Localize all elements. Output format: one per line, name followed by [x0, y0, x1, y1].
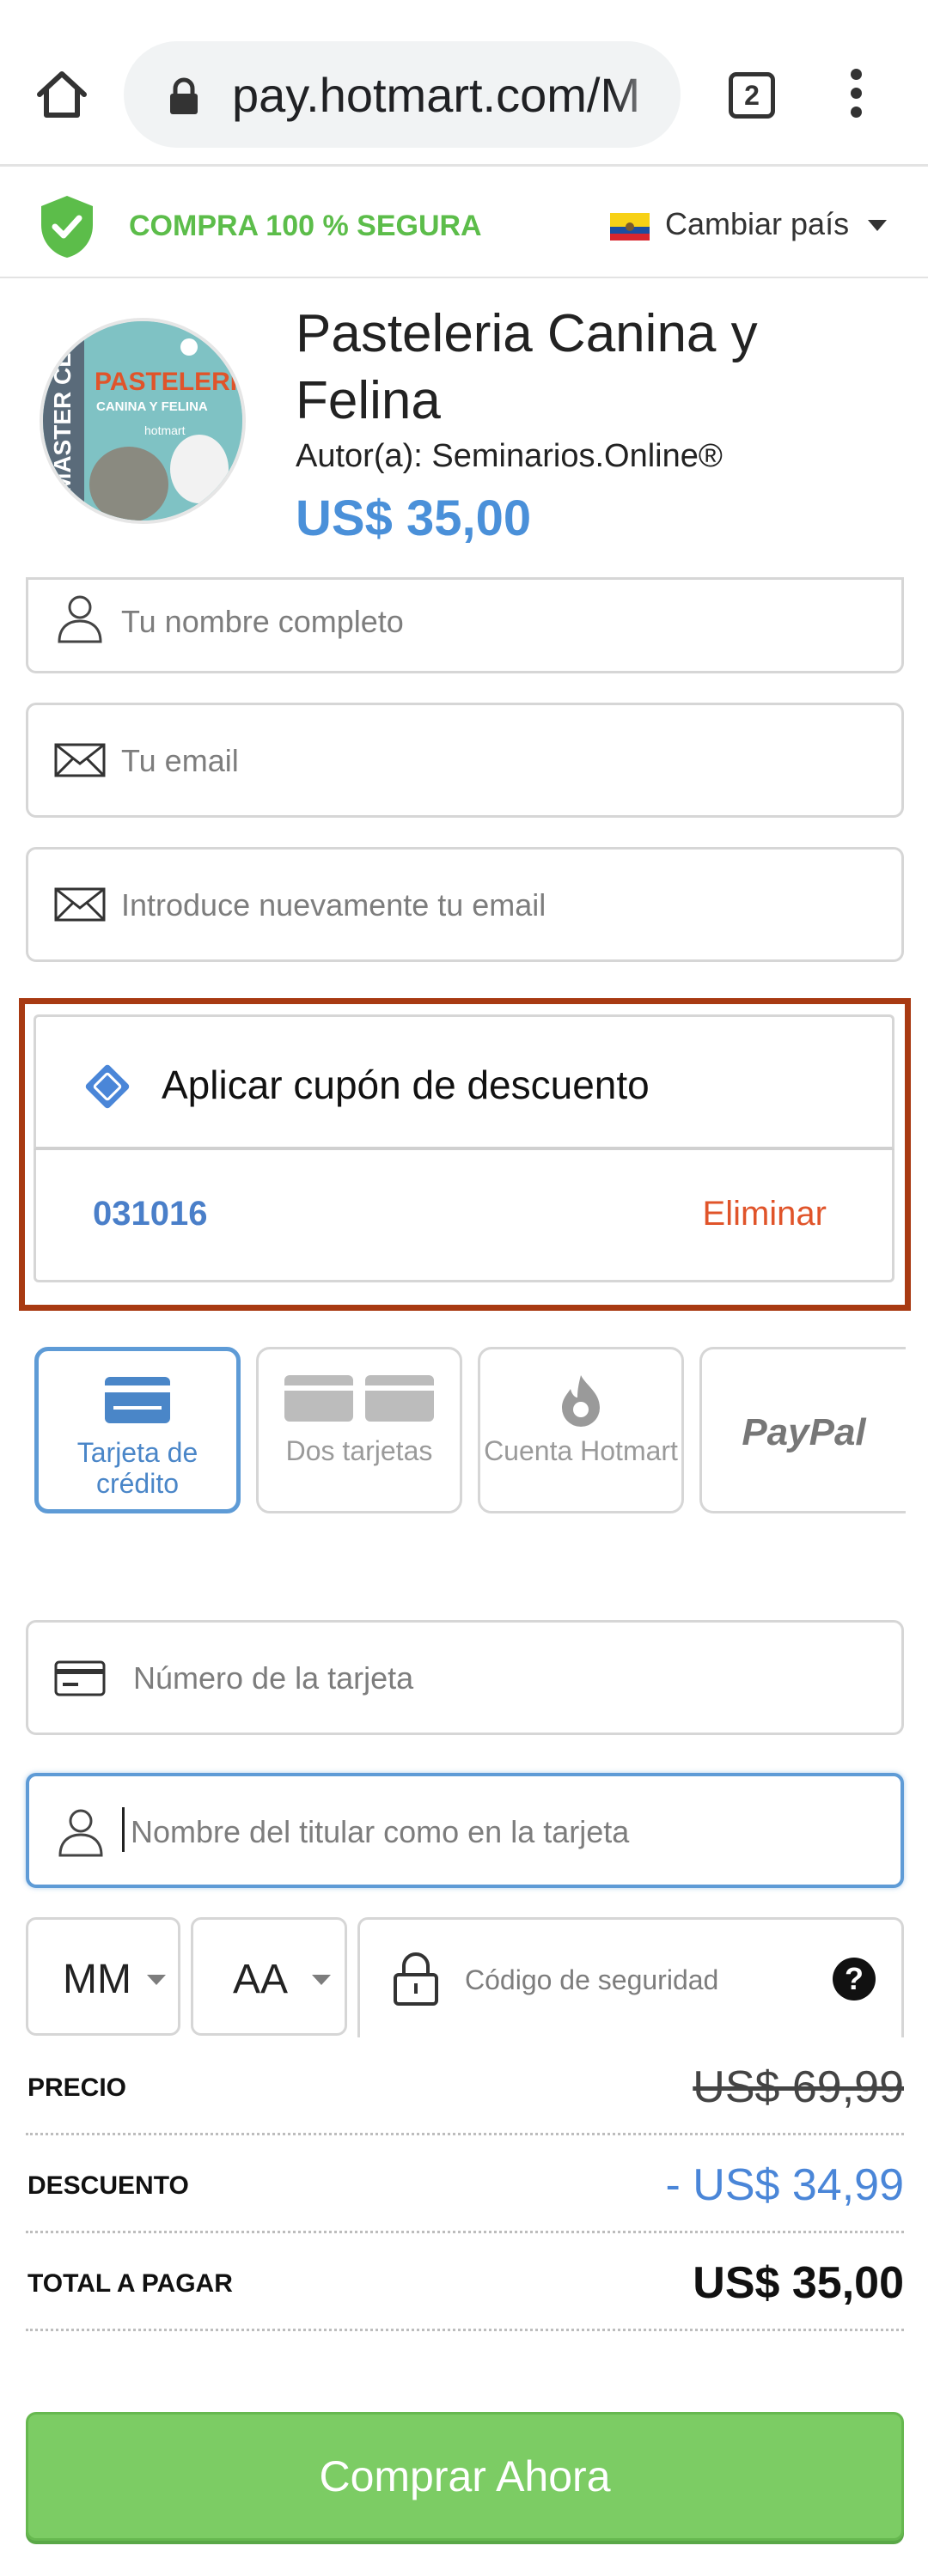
- security-code-placeholder: Código de seguridad: [465, 1964, 719, 1995]
- payment-method-credit-card[interactable]: Tarjeta de crédito: [34, 1347, 241, 1513]
- coupon-header[interactable]: Aplicar cupón de descuento: [34, 1014, 894, 1150]
- url-text: pay.hotmart.com/M: [232, 68, 641, 122]
- image-brand-text: hotmart: [144, 423, 186, 437]
- name-field[interactable]: Tu nombre completo: [26, 577, 904, 673]
- product-title: Pasteleria Canina y Felina: [296, 304, 758, 430]
- image-banner-text: MASTER CLASS: [49, 321, 76, 493]
- payment-method-hotmart-account[interactable]: Cuenta Hotmart: [478, 1347, 684, 1513]
- ticket-icon: [85, 1064, 130, 1109]
- envelope-icon: [54, 887, 106, 922]
- email-field[interactable]: Tu email: [26, 703, 904, 818]
- expiry-year-select[interactable]: AA: [191, 1917, 347, 2036]
- email-confirm-placeholder: Introduce nuevamente tu email: [121, 887, 546, 923]
- email-placeholder: Tu email: [121, 743, 239, 778]
- product-price: US$ 35,00: [296, 490, 532, 546]
- product-thumbnail: MASTER CLASS PASTELERÍA CANINA Y FELINA …: [40, 318, 246, 524]
- card-number-field[interactable]: Número de la tarjeta: [26, 1620, 904, 1735]
- paypal-logo: PayPal: [742, 1411, 866, 1453]
- total-value: US$ 35,00: [693, 2258, 904, 2308]
- tab-switcher-button[interactable]: 2: [729, 72, 775, 119]
- card-holder-field[interactable]: Nombre del titular como en la tarjeta: [26, 1773, 904, 1888]
- payment-method-label: Dos tarjetas: [285, 1435, 433, 1466]
- buy-now-button[interactable]: Comprar Ahora: [26, 2412, 904, 2541]
- hotmart-flame-icon: [562, 1375, 600, 1427]
- shield-check-icon: [41, 196, 93, 258]
- payment-method-label: Cuenta Hotmart: [484, 1435, 678, 1466]
- expiry-month-select[interactable]: MM: [26, 1917, 180, 2036]
- card-holder-placeholder: Nombre del titular como en la tarjeta: [131, 1814, 630, 1849]
- summary-price-row: PRECIO US$ 69,99: [26, 2037, 904, 2135]
- chevron-down-icon: [312, 1975, 331, 1985]
- total-label: TOTAL A PAGAR: [27, 2269, 233, 2298]
- price-label: PRECIO: [27, 2074, 127, 2102]
- security-code-field[interactable]: Código de seguridad ?: [357, 1917, 904, 2037]
- email-confirm-field[interactable]: Introduce nuevamente tu email: [26, 847, 904, 962]
- text-cursor: [122, 1807, 125, 1852]
- chevron-down-icon: [147, 1975, 166, 1985]
- price-value: US$ 69,99: [693, 2062, 904, 2112]
- secure-purchase-bar: COMPRA 100 % SEGURA Cambiar país: [0, 168, 928, 278]
- summary-total-row: TOTAL A PAGAR US$ 35,00: [26, 2233, 904, 2331]
- browser-toolbar: pay.hotmart.com/M 2: [0, 0, 928, 167]
- summary-discount-row: DESCUENTO - US$ 34,99: [26, 2135, 904, 2233]
- image-title-text: PASTELERÍA: [95, 367, 242, 396]
- address-bar[interactable]: pay.hotmart.com/M: [124, 41, 681, 148]
- padlock-icon: [394, 1952, 438, 2006]
- remove-coupon-button[interactable]: Eliminar: [703, 1195, 827, 1233]
- discount-value: - US$ 34,99: [665, 2160, 905, 2210]
- lock-icon: [170, 77, 198, 114]
- card-icon: [54, 1660, 106, 1696]
- ecuador-flag-icon[interactable]: [610, 213, 650, 241]
- more-menu-icon[interactable]: [846, 69, 866, 124]
- secure-label: COMPRA 100 % SEGURA: [129, 210, 482, 242]
- user-icon: [58, 1809, 103, 1857]
- home-icon[interactable]: [33, 65, 91, 124]
- two-cards-icon: [284, 1375, 434, 1422]
- user-icon: [58, 595, 102, 643]
- coupon-section: Aplicar cupón de descuento 031016 Elimin…: [19, 998, 911, 1311]
- chevron-down-icon[interactable]: [868, 220, 887, 231]
- coupon-code: 031016: [93, 1195, 208, 1233]
- payment-method-label: Tarjeta de crédito: [76, 1437, 198, 1499]
- card-number-placeholder: Número de la tarjeta: [133, 1660, 414, 1696]
- payment-method-two-cards[interactable]: Dos tarjetas: [256, 1347, 462, 1513]
- discount-label: DESCUENTO: [27, 2171, 189, 2200]
- product-author: Autor(a): Seminarios.Online®: [296, 438, 723, 474]
- payment-method-paypal[interactable]: PayPal: [699, 1347, 906, 1513]
- month-value: MM: [63, 1957, 131, 2002]
- name-placeholder: Tu nombre completo: [121, 604, 404, 639]
- coupon-title: Aplicar cupón de descuento: [162, 1063, 650, 1107]
- change-country-link[interactable]: Cambiar país: [665, 206, 849, 242]
- coupon-applied-row: 031016 Eliminar: [34, 1150, 894, 1282]
- help-icon[interactable]: ?: [833, 1958, 876, 2001]
- envelope-icon: [54, 743, 106, 777]
- credit-card-icon: [105, 1377, 170, 1423]
- year-value: AA: [233, 1957, 289, 2002]
- image-subtitle-text: CANINA Y FELINA: [96, 399, 208, 414]
